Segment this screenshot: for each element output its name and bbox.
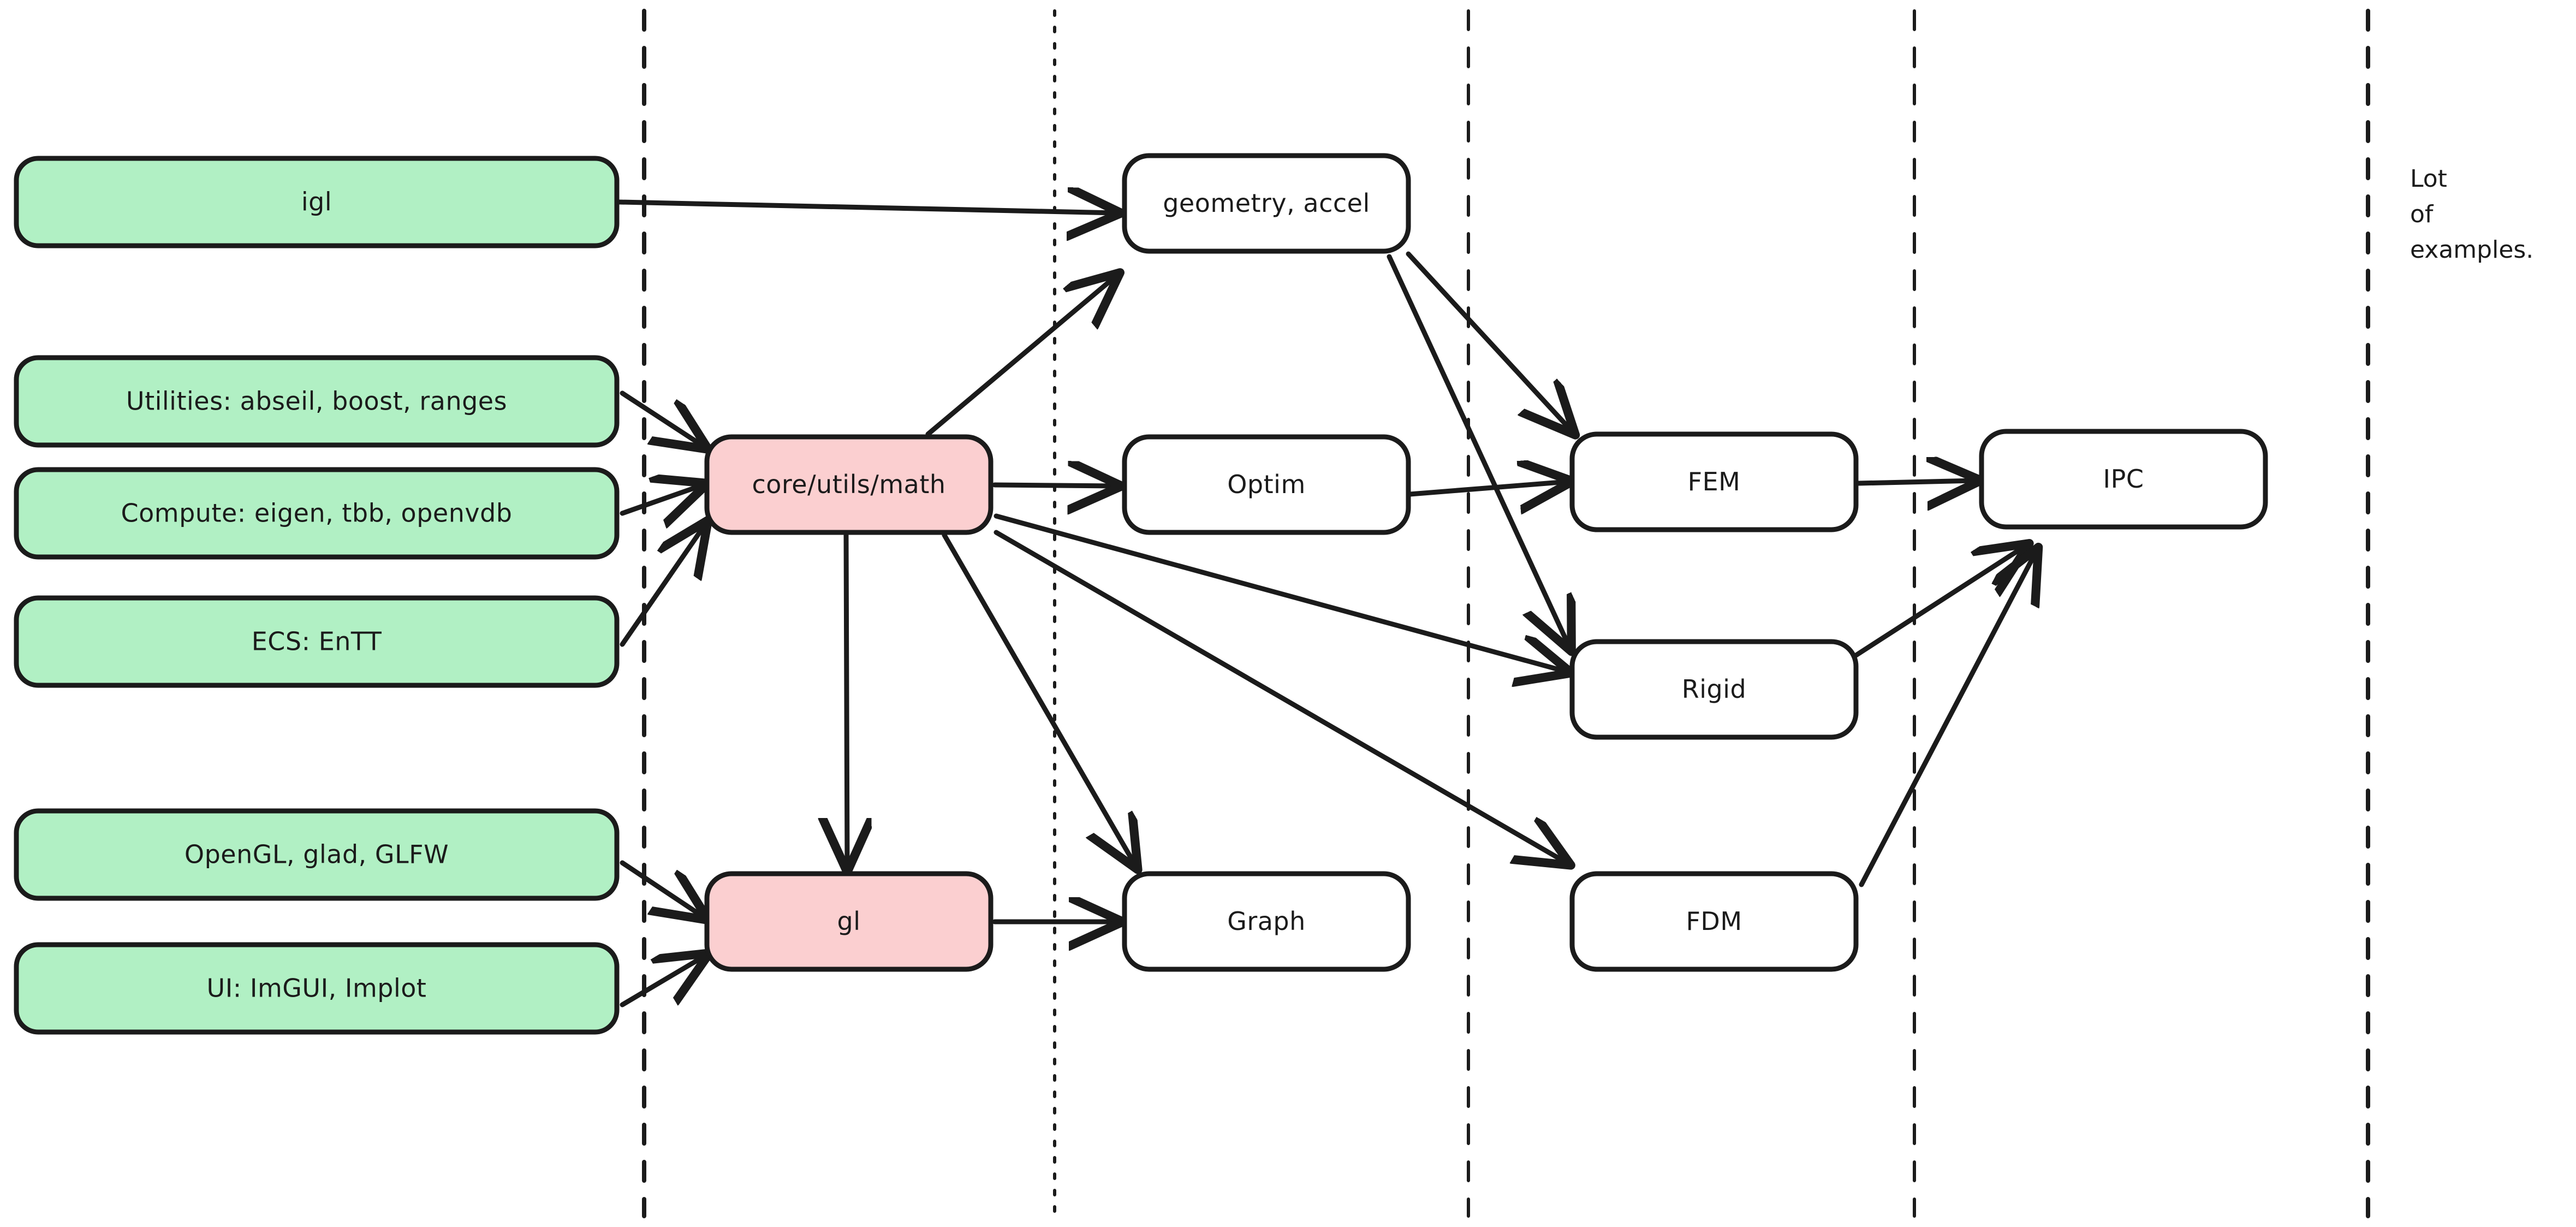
lane-dividers [642,9,2370,1218]
node-fdm[interactable]: FDM [1569,871,1859,972]
core-to-gl [846,532,847,867]
note-line-2: examples. [2410,236,2533,264]
node-fdm-label: FDM [1686,906,1742,936]
core-to-fdm [993,530,1567,863]
node-fem[interactable]: FEM [1569,431,1859,532]
core-to-rigid [993,513,1567,672]
node-rigid[interactable]: Rigid [1569,639,1859,740]
igl-to-geometry [617,202,1116,213]
node-graph[interactable]: Graph [1122,871,1411,972]
node-ecs-label: ECS: EnTT [252,627,382,656]
node-optim-label: Optim [1227,470,1306,499]
opengl-to-gl [620,860,704,917]
node-geometry[interactable]: geometry, accel [1122,153,1411,254]
core-to-graph [942,532,1135,866]
node-opengl-label: OpenGL, glad, GLFW [185,840,449,869]
side-note: Lot of examples. [2410,165,2533,264]
compute-to-core [620,485,703,513]
node-ui[interactable]: UI: ImGUI, Implot [14,942,620,1035]
node-boxes: igl Utilities: abseil, boost, ranges Compu… [14,153,2268,1035]
note-line-1: of [2410,200,2434,228]
geometry-to-rigid [1387,254,1569,647]
utilities-to-core [620,390,704,447]
fem-to-ipc [1856,481,1976,483]
core-to-optim [992,485,1117,486]
node-graph-label: Graph [1227,906,1306,936]
node-gl[interactable]: gl [704,871,993,972]
node-igl[interactable]: igl [14,156,620,248]
node-ipc-label: IPC [2103,464,2144,494]
node-geometry-label: geometry, accel [1163,188,1370,218]
node-ui-label: UI: ImGUI, Implot [207,974,427,1003]
diagram-canvas: igl Utilities: abseil, boost, ranges Compu… [0,0,2576,1227]
node-core-label: core/utils/math [752,470,945,499]
node-utilities[interactable]: Utilities: abseil, boost, ranges [14,355,620,448]
node-compute[interactable]: Compute: eigen, tbb, openvdb [14,467,620,560]
optim-to-fem [1407,482,1568,494]
node-igl-label: igl [301,187,332,217]
fdm-to-ipc [1859,552,2036,887]
node-ecs[interactable]: ECS: EnTT [14,595,620,688]
core-to-geometry [925,276,1116,437]
node-core[interactable]: core/utils/math [704,434,993,535]
node-rigid-label: Rigid [1682,674,1746,704]
ecs-to-core [620,524,705,647]
node-opengl[interactable]: OpenGL, glad, GLFW [14,808,620,901]
node-optim[interactable]: Optim [1122,434,1411,535]
rigid-to-ipc [1853,546,2025,658]
node-utilities-label: Utilities: abseil, boost, ranges [126,387,507,416]
node-fem-label: FEM [1688,467,1741,496]
diagram-svg: igl Utilities: abseil, boost, ranges Compu… [14,9,2533,1218]
node-compute-label: Compute: eigen, tbb, openvdb [121,499,513,528]
node-ipc[interactable]: IPC [1979,429,2268,530]
note-line-0: Lot [2410,165,2447,193]
ui-to-gl [620,956,705,1007]
node-gl-label: gl [837,906,861,936]
geometry-to-fem [1406,251,1572,431]
